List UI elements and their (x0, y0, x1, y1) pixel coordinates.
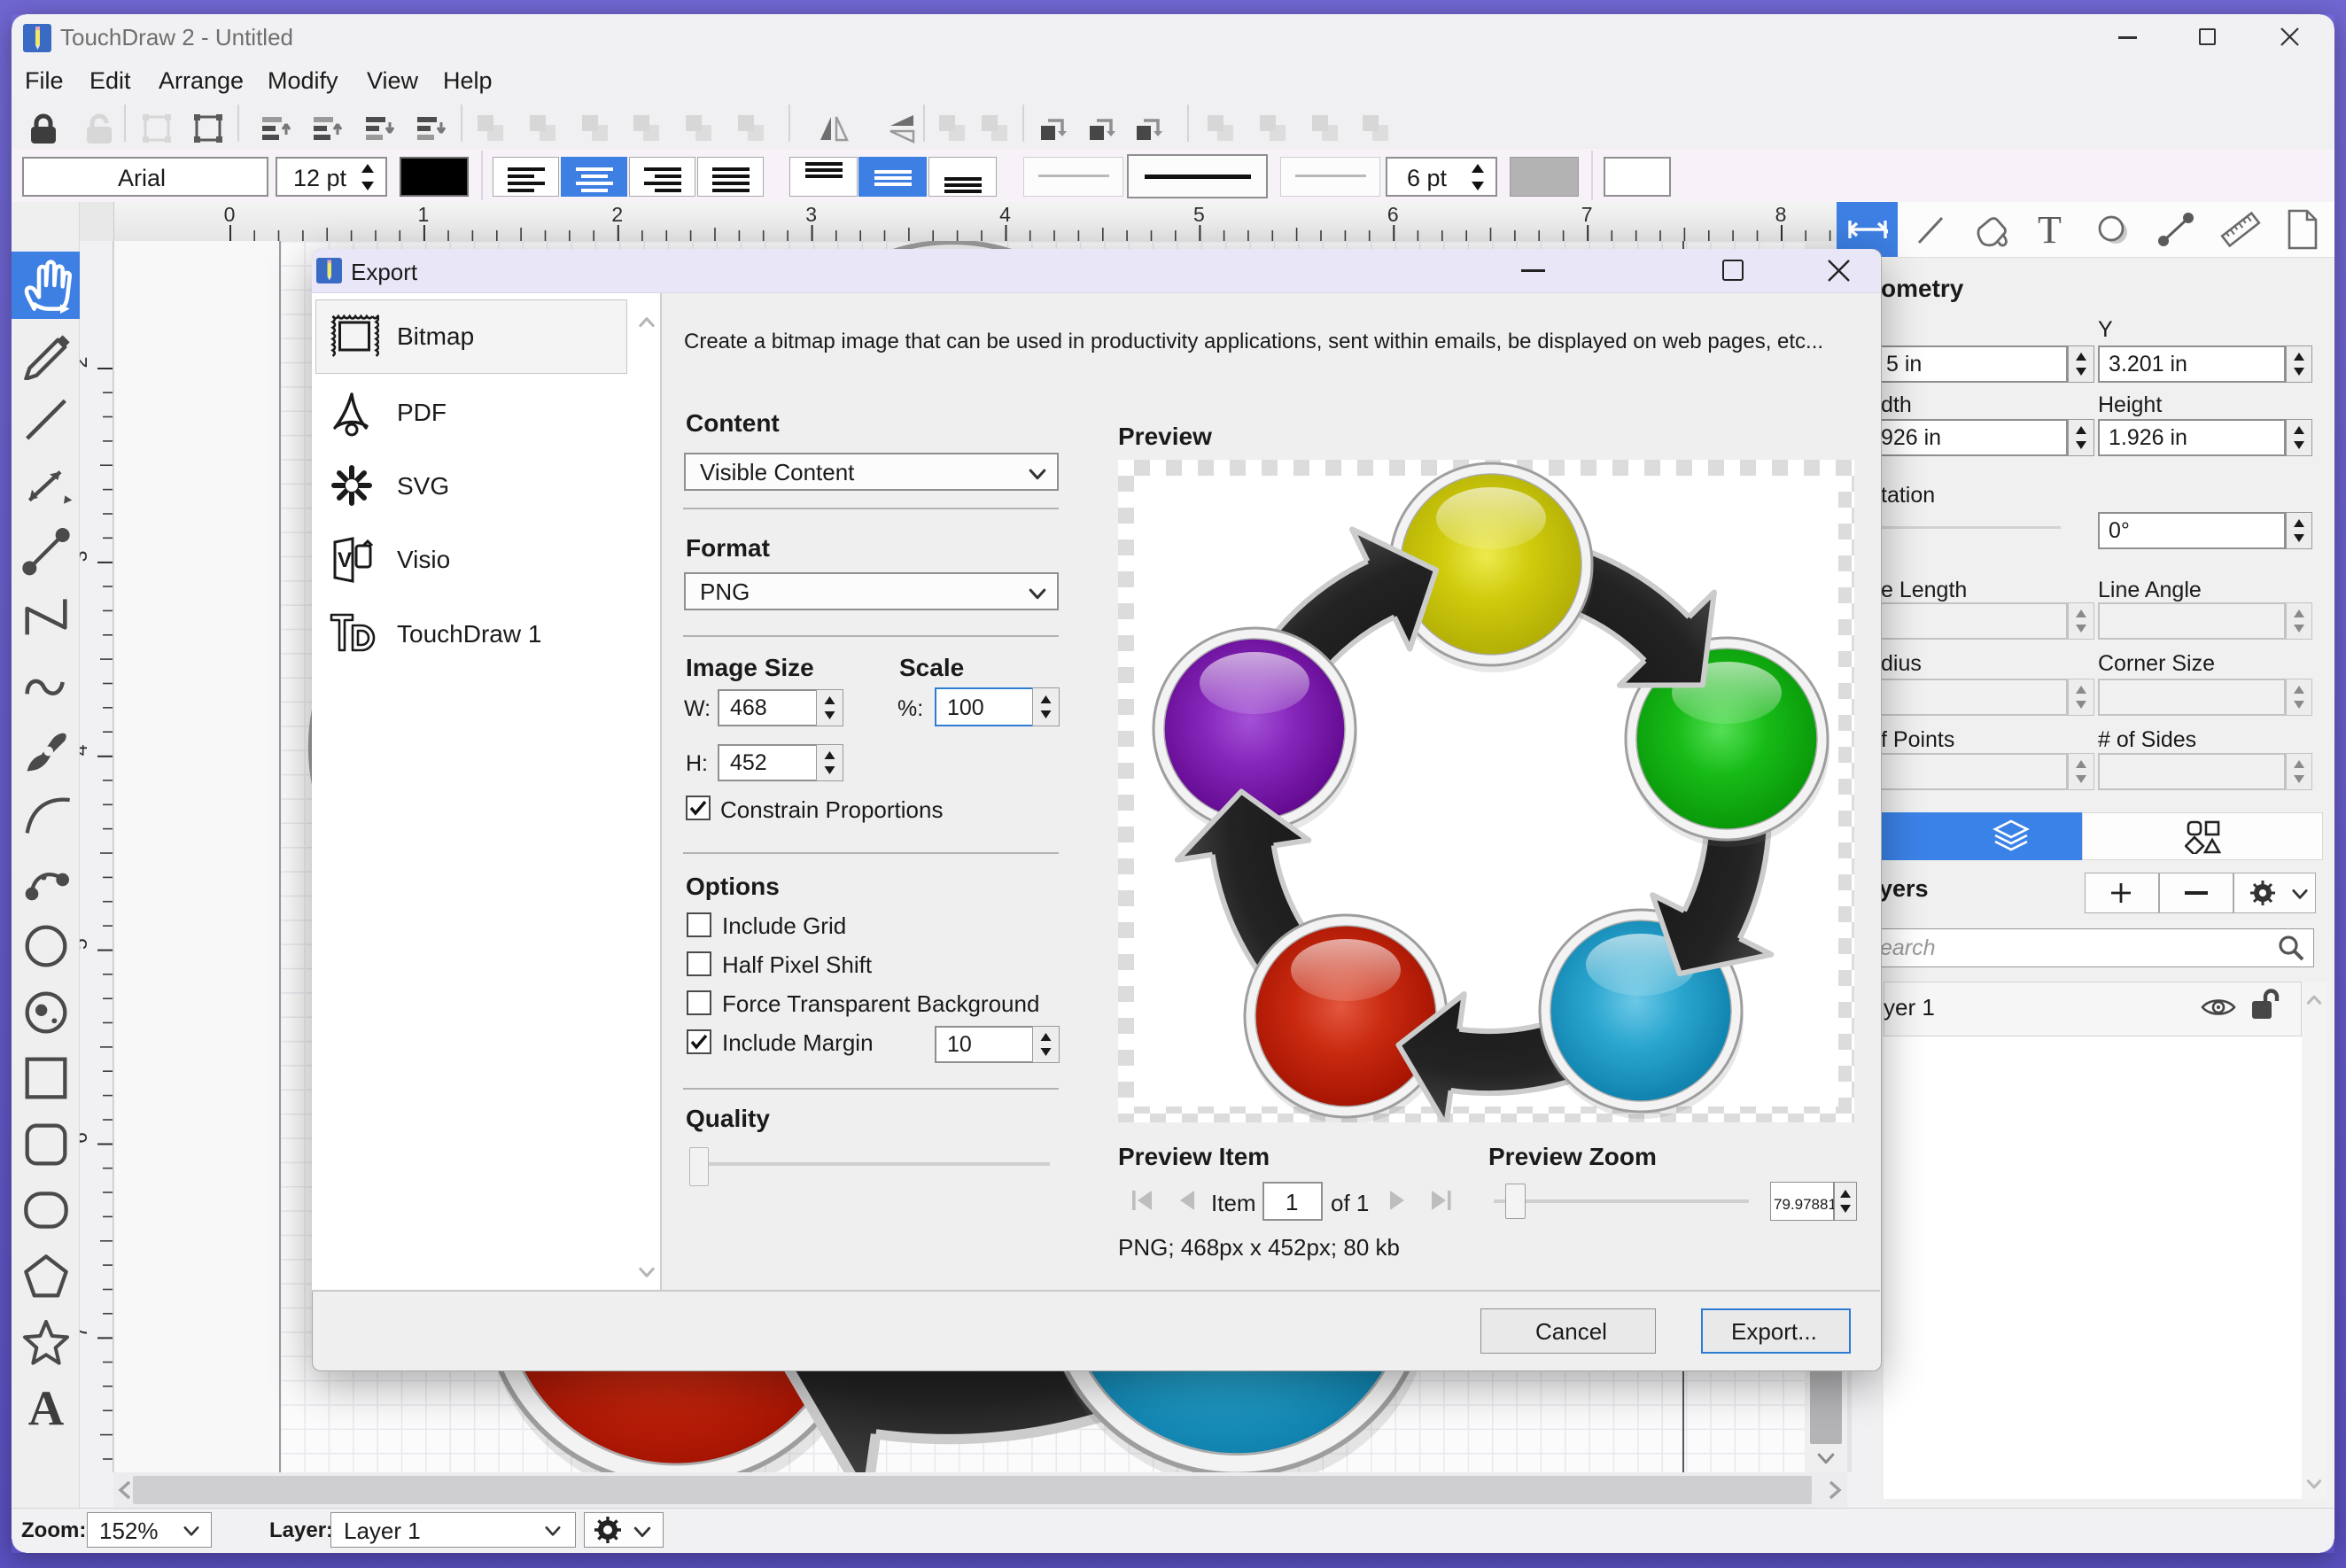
svg-text:4: 4 (999, 203, 1011, 226)
svg-text:8: 8 (1775, 203, 1787, 226)
svg-text:1: 1 (418, 203, 430, 226)
svg-text:6: 6 (1387, 203, 1399, 226)
svg-text:2: 2 (611, 203, 623, 226)
svg-text:5: 5 (1193, 203, 1205, 226)
svg-text:7: 7 (1581, 203, 1593, 226)
svg-text:A: A (28, 1382, 65, 1437)
svg-text:3: 3 (805, 203, 817, 226)
svg-text:0: 0 (224, 203, 236, 226)
svg-text:V: V (338, 548, 352, 572)
